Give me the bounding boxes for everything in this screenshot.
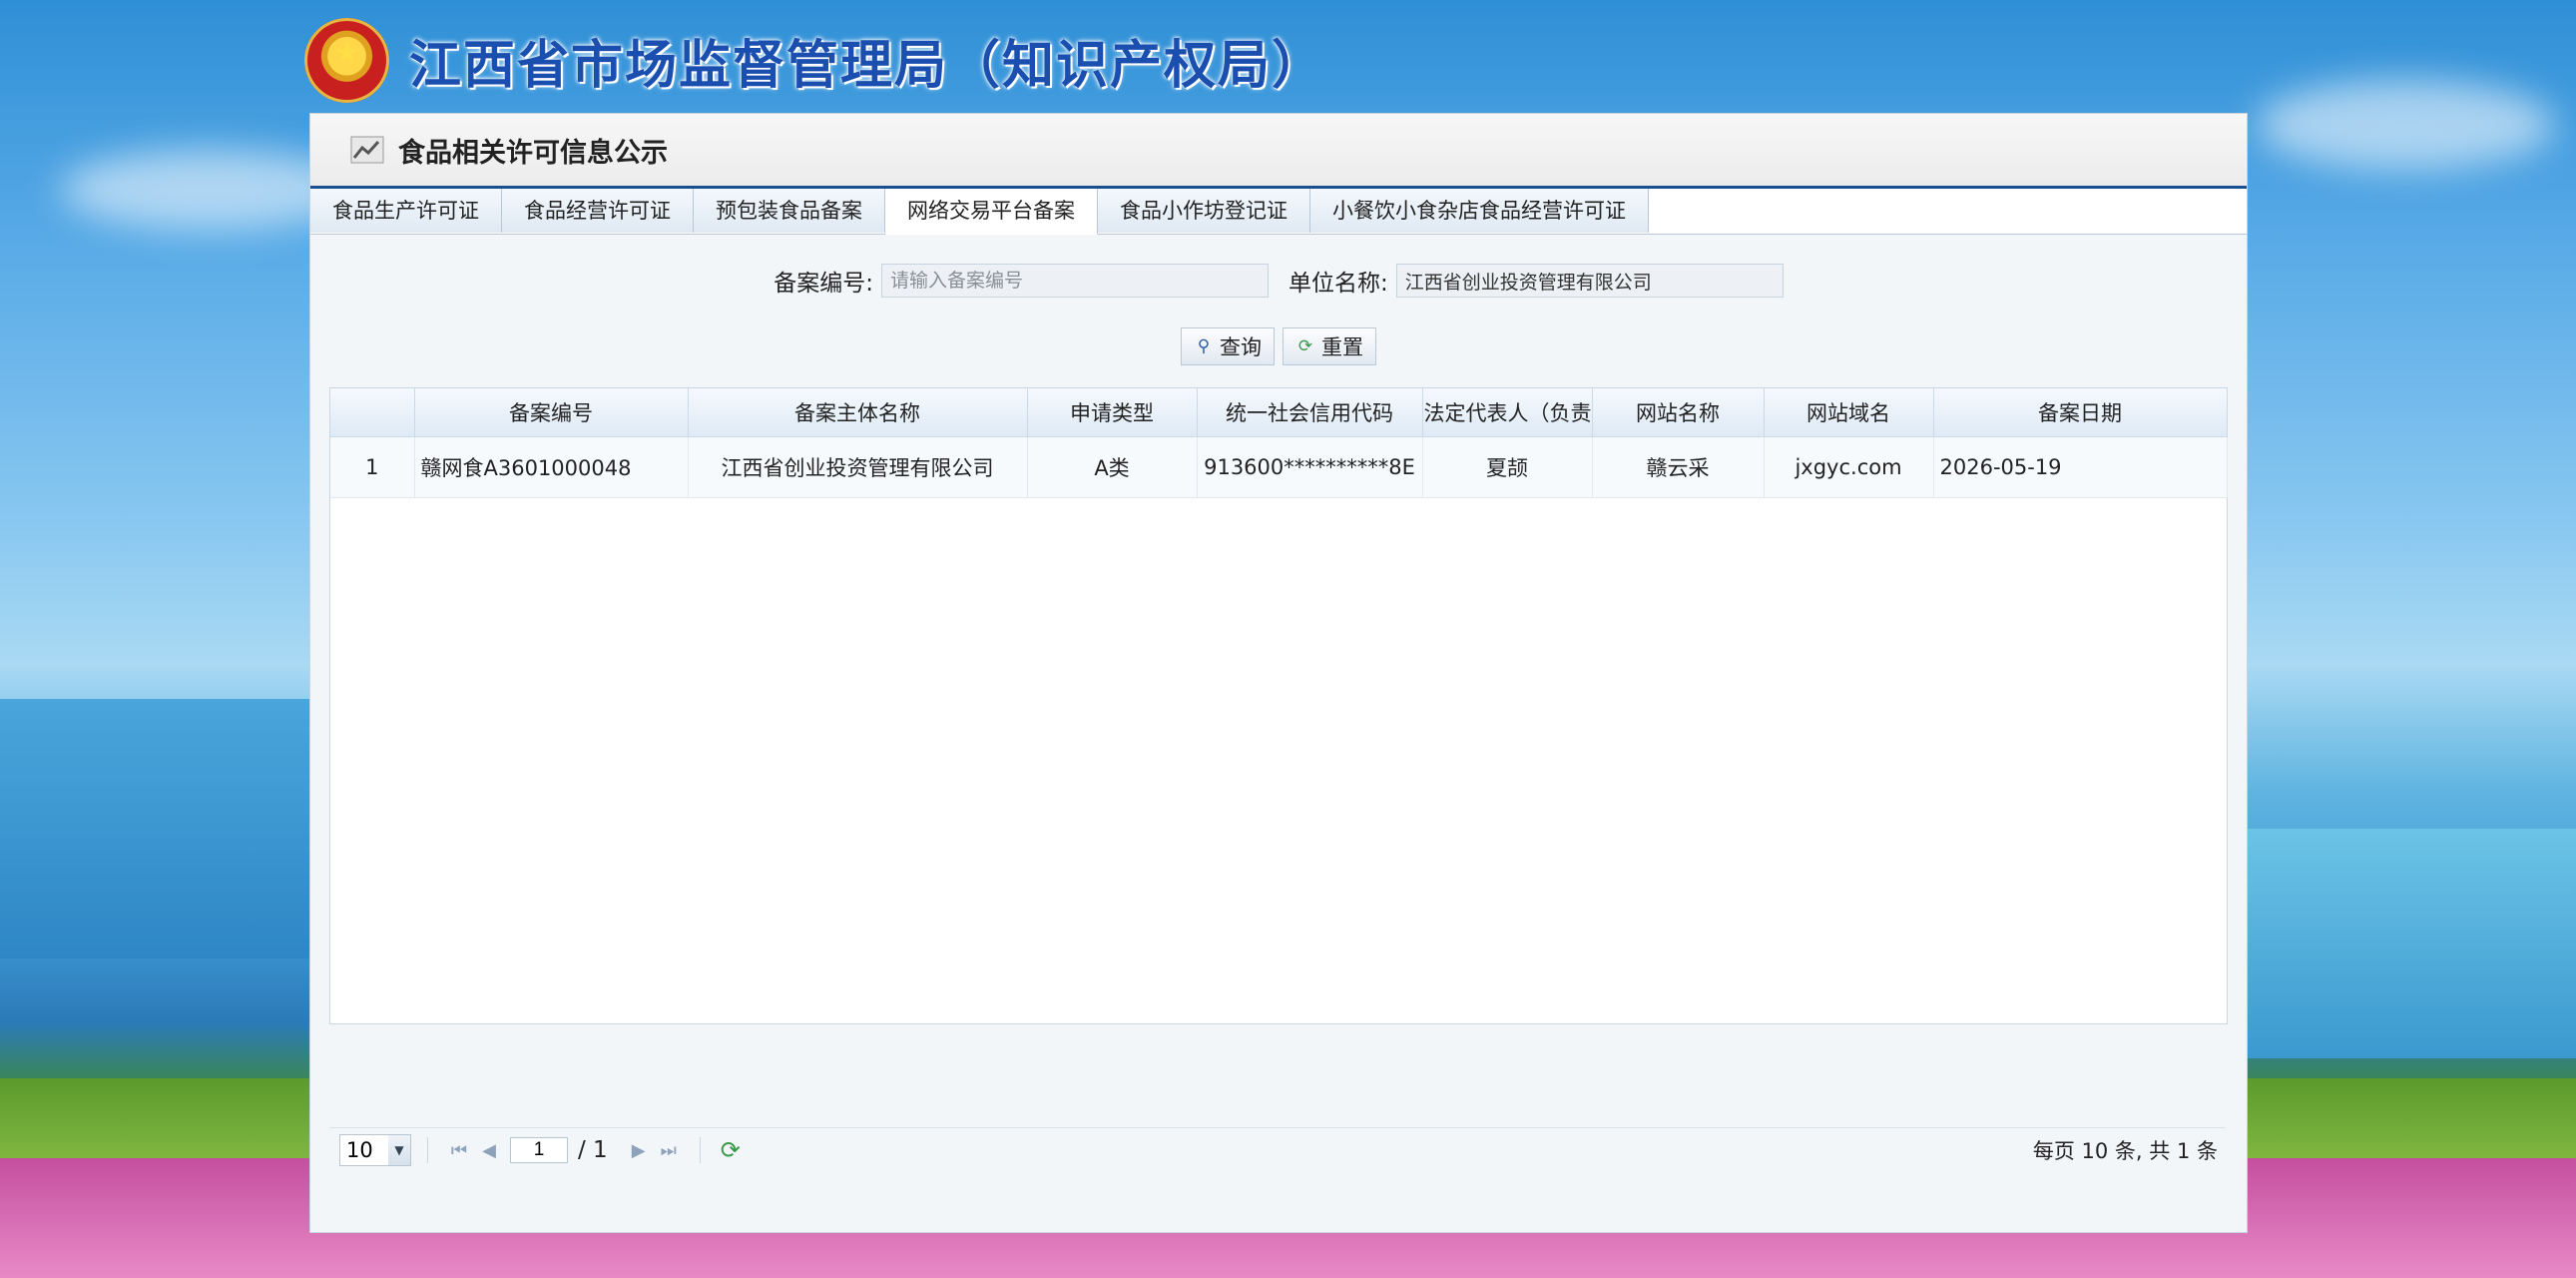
tab-food-production-license[interactable]: 食品生产许可证 [310,189,502,233]
results-table: 备案编号 备案主体名称 申请类型 统一社会信用代码 法定代表人（负责 网站名称 … [330,388,2228,498]
search-icon: ⚲ [1197,336,1211,356]
lake-decoration [2247,829,2576,1058]
national-emblem-icon [304,17,389,103]
column-header-website-domain[interactable]: 网站域名 [1764,388,1934,437]
line-chart-icon [350,136,384,164]
lake-decoration [0,699,319,958]
search-form: 备案编号: 单位名称: [310,264,2247,298]
chevron-down-icon[interactable]: ▼ [388,1135,410,1165]
cell-record-number: 赣网食A3601000048 [414,436,689,498]
column-header-record-date[interactable]: 备案日期 [1933,388,2228,437]
column-header-credit-code[interactable]: 统一社会信用代码 [1197,388,1423,437]
reset-button-label: 重置 [1321,335,1363,359]
pagination-bar: 10 ▼ ⏮ ◀ / 1 ▶ ⏭ ⟳ 每页 10 条, 共 1 条 [329,1127,2226,1172]
panel-title: 食品相关许可信息公示 [398,137,668,169]
tab-content: 备案编号: 单位名称: ⚲ 查询 ⟳ 重置 [310,236,2247,1232]
tab-prepackaged-food-filing[interactable]: 预包装食品备案 [694,189,885,233]
pagination-info: 每页 10 条, 共 1 条 [2032,1139,2218,1163]
tab-small-catering-license[interactable]: 小餐饮小食杂店食品经营许可证 [1310,189,1649,233]
next-page-icon[interactable]: ▶ [624,1140,654,1161]
query-button[interactable]: ⚲ 查询 [1181,327,1275,365]
site-header: 江西省市场监督管理局（知识产权局） [304,10,1325,110]
main-panel: 食品相关许可信息公示 食品生产许可证 食品经营许可证 预包装食品备案 网络交易平… [309,113,2248,1233]
page-size-select[interactable]: 10 ▼ [339,1134,411,1166]
column-header-application-type[interactable]: 申请类型 [1027,388,1198,437]
cell-website-domain: jxgyc.com [1764,436,1934,498]
prev-page-icon[interactable]: ◀ [474,1140,504,1161]
page-size-value: 10 [346,1138,373,1162]
cell-legal-representative: 夏颉 [1422,436,1593,498]
record-number-label: 备案编号: [773,271,873,297]
cell-rownum: 1 [330,436,415,498]
column-header-legal-representative[interactable]: 法定代表人（负责 [1422,388,1593,437]
results-grid: 备案编号 备案主体名称 申请类型 统一社会信用代码 法定代表人（负责 网站名称 … [329,387,2228,1024]
table-row[interactable]: 1 赣网食A3601000048 江西省创业投资管理有限公司 A类 913600… [330,436,2228,498]
record-number-input[interactable] [881,264,1269,298]
reset-button[interactable]: ⟳ 重置 [1283,327,1376,365]
cell-entity-name: 江西省创业投资管理有限公司 [688,436,1028,498]
unit-name-input[interactable] [1395,264,1784,298]
table-header-row: 备案编号 备案主体名称 申请类型 统一社会信用代码 法定代表人（负责 网站名称 … [330,388,2228,437]
tab-bar: 食品生产许可证 食品经营许可证 预包装食品备案 网络交易平台备案 食品小作坊登记… [310,189,2247,235]
column-header-entity-name[interactable]: 备案主体名称 [688,388,1028,437]
cell-credit-code: 913600**********8E [1197,436,1423,498]
refresh-icon: ⟳ [1297,336,1313,356]
cloud-decoration [2256,80,2555,170]
cell-website-name: 赣云采 [1592,436,1765,498]
pager-divider [699,1137,701,1163]
tab-online-trading-platform-filing[interactable]: 网络交易平台备案 [885,189,1098,235]
total-pages: / 1 [578,1137,608,1163]
column-header-website-name[interactable]: 网站名称 [1592,388,1765,437]
last-page-icon[interactable]: ⏭ [654,1140,684,1161]
refresh-icon[interactable]: ⟳ [721,1136,741,1164]
pager-divider [427,1137,428,1163]
current-page-input[interactable] [510,1137,568,1163]
site-title: 江西省市场监督管理局（知识产权局） [409,35,1326,96]
tab-small-workshop-registration[interactable]: 食品小作坊登记证 [1098,189,1310,233]
panel-header: 食品相关许可信息公示 [310,114,2247,189]
unit-name-label: 单位名称: [1288,271,1388,297]
cell-application-type: A类 [1027,436,1198,498]
query-button-label: 查询 [1220,335,1262,359]
column-header-record-number[interactable]: 备案编号 [414,388,689,437]
tab-food-business-license[interactable]: 食品经营许可证 [502,189,694,233]
first-page-icon[interactable]: ⏮ [444,1140,474,1161]
search-actions: ⚲ 查询 ⟳ 重置 [310,327,2247,365]
cell-record-date: 2026-05-19 [1933,436,2228,498]
column-header-rownum [330,388,415,437]
